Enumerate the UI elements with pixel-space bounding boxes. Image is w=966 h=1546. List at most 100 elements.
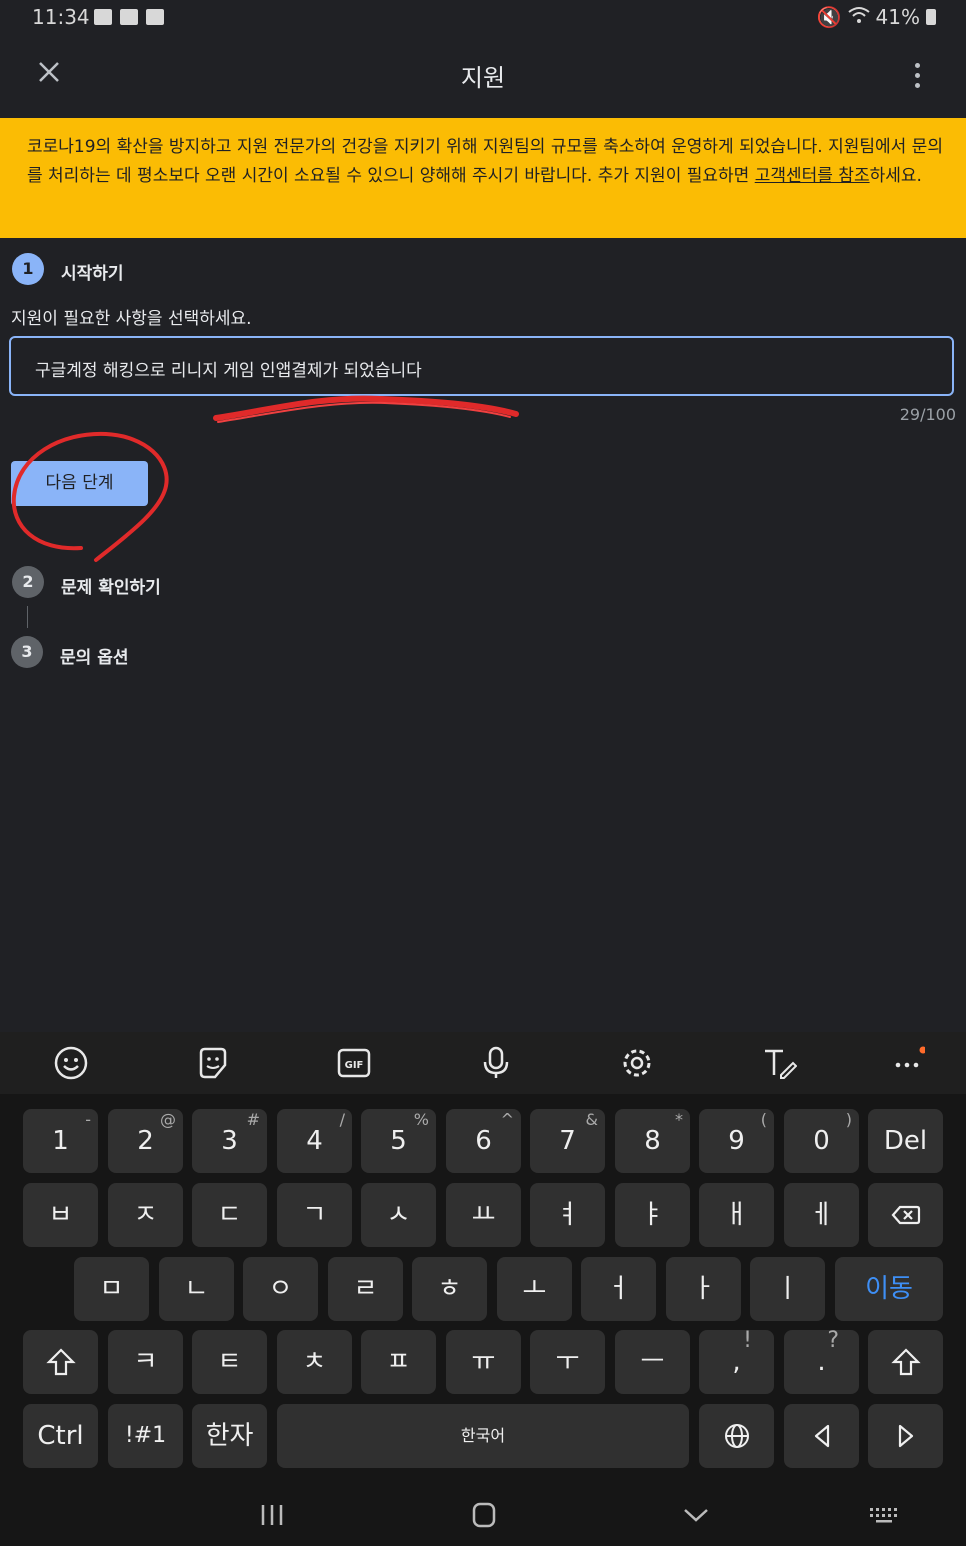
key-period[interactable]: .? [784, 1330, 859, 1394]
key-j[interactable]: ㅈ [108, 1183, 183, 1247]
key-6[interactable]: 6 ^ [446, 1109, 521, 1173]
symbols-key[interactable]: !#1 [108, 1404, 183, 1468]
step-2-circle: 2 [12, 566, 44, 598]
step-1-label: 시작하기 [61, 264, 124, 284]
char-counter: 29/100 [899, 405, 956, 424]
recent-apps-button[interactable] [252, 1496, 292, 1534]
banner-text: 코로나19의 확산을 방지하고 지원 전문가의 건강을 지키기 위해 지원팀의 … [27, 133, 943, 191]
sticker-icon[interactable] [193, 1043, 233, 1083]
mic-icon[interactable] [476, 1043, 516, 1083]
key-g[interactable]: ㄱ [277, 1183, 352, 1247]
key-8[interactable]: 8 * [615, 1109, 690, 1173]
key-i[interactable]: ㅣ [750, 1257, 825, 1321]
step-connector [27, 606, 28, 628]
hanja-key[interactable]: 한자 [192, 1404, 267, 1468]
emoji-icon[interactable] [51, 1043, 91, 1083]
issue-input-value: 구글계정 해킹으로 리니지 게임 인앱결제가 되었습니다 [35, 361, 422, 381]
arrow-right-icon [898, 1424, 913, 1448]
key-ieung[interactable]: ㅇ [243, 1257, 318, 1321]
space-key[interactable]: 한국어 [277, 1404, 689, 1468]
backspace-key[interactable] [868, 1183, 943, 1247]
key-1[interactable]: 1- [23, 1109, 98, 1173]
key-4[interactable]: 4/ [277, 1109, 352, 1173]
key-yo[interactable]: ㅛ [446, 1183, 521, 1247]
step-3-label: 문의 옵션 [60, 648, 129, 668]
key-comma[interactable]: ,! [699, 1330, 774, 1394]
key-n[interactable]: ㄴ [159, 1257, 234, 1321]
key-p[interactable]: ㅍ [361, 1330, 436, 1394]
home-icon [472, 1502, 496, 1528]
key-d[interactable]: ㄷ [192, 1183, 267, 1247]
key-yeo[interactable]: ㅕ [530, 1183, 605, 1247]
key-u[interactable]: ㅜ [530, 1330, 605, 1394]
key-9[interactable]: 9( [699, 1109, 774, 1173]
banner-suffix: 하세요. [869, 166, 922, 186]
shift-key-left[interactable] [23, 1330, 98, 1394]
more-options-button[interactable] [898, 56, 936, 94]
svg-text:GIF: GIF [345, 1060, 364, 1071]
key-0[interactable]: 0) [784, 1109, 859, 1173]
recents-icon [261, 1505, 283, 1525]
key-7[interactable]: 7 & [530, 1109, 605, 1173]
keyboard-icon [870, 1508, 897, 1523]
issue-text-field[interactable]: 구글계정 해킹으로 리니지 게임 인앱결제가 되었습니다 [9, 336, 954, 396]
cloud-icon [146, 9, 164, 25]
arrow-left-icon [814, 1424, 829, 1448]
shift-key-right[interactable] [868, 1330, 943, 1394]
hide-keyboard-button[interactable] [676, 1496, 716, 1534]
cursor-right-key[interactable] [868, 1404, 943, 1468]
page-title: 지원 [460, 64, 506, 92]
key-ya[interactable]: ㅑ [615, 1183, 690, 1247]
key-h[interactable]: ㅎ [412, 1257, 487, 1321]
soft-keyboard: GIF 1- 2 @ 3 # 4/ 5% 6 ^ 7 & 8 * 9( 0) Del ㅂ … [0, 1032, 966, 1546]
ctrl-key[interactable]: Ctrl [23, 1404, 98, 1468]
backspace-icon [891, 1205, 920, 1225]
key-o[interactable]: ㅗ [497, 1257, 572, 1321]
key-eo[interactable]: ㅓ [581, 1257, 656, 1321]
key-3[interactable]: 3 # [192, 1109, 267, 1173]
shift-icon [45, 1348, 76, 1376]
navigation-bar [0, 1482, 966, 1546]
key-del[interactable]: Del [868, 1109, 943, 1173]
key-2[interactable]: 2 @ [108, 1109, 183, 1173]
settings-icon[interactable] [617, 1043, 657, 1083]
key-eu[interactable]: ㅡ [615, 1330, 690, 1394]
globe-icon [724, 1424, 749, 1448]
key-5[interactable]: 5% [361, 1109, 436, 1173]
help-center-link[interactable]: 고객센터를 참조 [755, 166, 870, 186]
key-ch[interactable]: ㅊ [277, 1330, 352, 1394]
key-b[interactable]: ㅂ [23, 1183, 98, 1247]
status-bar: 11:34 🔇 41% [0, 0, 966, 36]
key-s[interactable]: ㅅ [361, 1183, 436, 1247]
language-key[interactable] [699, 1404, 774, 1468]
keyboard-toolbar: GIF [0, 1032, 966, 1094]
red-underline-annotation [213, 395, 519, 423]
key-r[interactable]: ㄹ [328, 1257, 403, 1321]
more-vert-icon [914, 62, 920, 68]
home-button[interactable] [464, 1496, 504, 1534]
key-m[interactable]: ㅁ [74, 1257, 149, 1321]
step-2-label: 문제 확인하기 [61, 578, 161, 598]
battery-icon [926, 9, 936, 25]
status-time: 11:34 [32, 5, 90, 29]
youtube-icon [120, 9, 138, 25]
battery-text: 41% [875, 5, 920, 29]
text-edit-icon[interactable] [759, 1043, 799, 1083]
notification-icons [94, 9, 164, 25]
mute-icon: 🔇 [816, 5, 842, 29]
notice-banner: 코로나19의 확산을 방지하고 지원 전문가의 건강을 지키기 위해 지원팀의 … [0, 118, 966, 238]
key-a[interactable]: ㅏ [666, 1257, 741, 1321]
more-icon[interactable] [887, 1043, 927, 1083]
key-e[interactable]: ㅔ [784, 1183, 859, 1247]
step-1-circle: 1 [12, 253, 44, 285]
cursor-left-key[interactable] [784, 1404, 859, 1468]
gif-icon[interactable]: GIF [334, 1043, 374, 1083]
key-k[interactable]: ㅋ [108, 1330, 183, 1394]
key-yu[interactable]: ㅠ [446, 1330, 521, 1394]
key-ae[interactable]: ㅐ [699, 1183, 774, 1247]
question-prompt: 지원이 필요한 사항을 선택하세요. [11, 309, 252, 329]
wifi-icon [847, 5, 870, 29]
move-key[interactable]: 이동 [835, 1257, 943, 1321]
key-t[interactable]: ㅌ [192, 1330, 267, 1394]
keyboard-switch-button[interactable] [864, 1496, 904, 1534]
